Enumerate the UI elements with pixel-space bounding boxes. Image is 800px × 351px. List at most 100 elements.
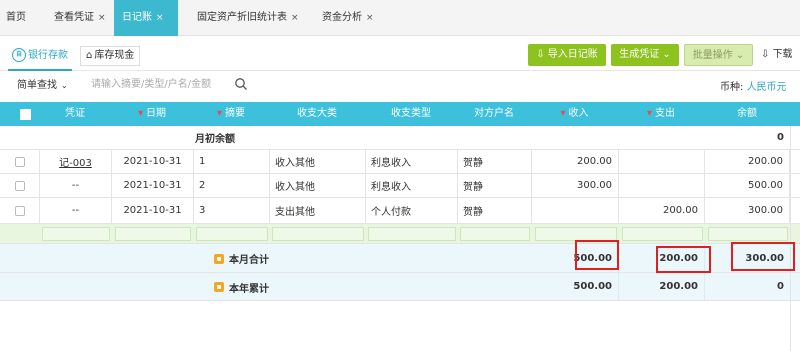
bank-icon: 自: [12, 48, 26, 62]
tab-label: 日记账: [122, 12, 152, 23]
calendar-icon: [214, 282, 224, 292]
import-journal-button[interactable]: ⇩ 导入日记账: [528, 44, 606, 66]
expense-input[interactable]: [622, 227, 703, 241]
button-label: 生成凭证: [619, 49, 660, 60]
table-row[interactable]: 记-003 2021-10-31 1 收入其他 利息收入 贺静 200.00 2…: [0, 150, 800, 174]
search-bar: 简单查找 ⌄ 币种: 人民币元: [0, 71, 800, 98]
category-cell: 支出其他: [270, 198, 366, 223]
tab-view-voucher[interactable]: 查看凭证 ×: [54, 0, 106, 36]
currency-label: 币种:: [720, 82, 744, 93]
button-label: 导入日记账: [547, 49, 598, 60]
column-label: 支出: [655, 108, 676, 119]
counterparty-input[interactable]: [460, 227, 530, 241]
tab-home[interactable]: 首页: [6, 0, 26, 36]
column-header-date[interactable]: ▾ 日期: [112, 102, 192, 126]
column-label: 日期: [146, 108, 167, 119]
summary-cell: 2: [194, 174, 270, 197]
type-cell: 利息收入: [366, 174, 458, 197]
column-label: 收支大类: [297, 108, 337, 119]
column-header-expense[interactable]: ▾ 支出: [619, 102, 703, 126]
tab-fund-analysis[interactable]: 资金分析 ×: [322, 0, 374, 36]
month-total-label: 本月合计: [214, 244, 269, 273]
row-select-cell: [0, 150, 40, 173]
category-cell: 收入其他: [270, 174, 366, 197]
search-mode-value: 简单查找: [17, 80, 57, 91]
column-header-income[interactable]: ▾ 收入: [532, 102, 617, 126]
tab-bank-deposit[interactable]: 自银行存款: [8, 44, 72, 71]
search-input[interactable]: [87, 75, 247, 93]
currency-value[interactable]: 人民币元: [747, 82, 787, 93]
opening-balance-label: 月初余额: [195, 134, 235, 145]
voucher-cell: --: [40, 198, 112, 223]
search-mode-select[interactable]: 简单查找 ⌄: [17, 76, 68, 91]
column-header-category[interactable]: 收支大类: [270, 102, 364, 126]
row-checkbox[interactable]: [14, 205, 25, 216]
balance-cell: 200.00: [705, 150, 790, 173]
column-label: 对方户名: [474, 108, 514, 119]
balance-cell: 500.00: [705, 174, 790, 197]
chevron-down-icon: ⌄: [61, 81, 68, 90]
tab-fixed-asset-depreciation[interactable]: 固定资产折旧统计表 ×: [197, 0, 299, 36]
download-button[interactable]: ⇩ 下载: [761, 44, 800, 66]
summary-input[interactable]: [196, 227, 268, 241]
income-input[interactable]: [535, 227, 617, 241]
generate-voucher-button[interactable]: 生成凭证 ⌄: [611, 44, 679, 66]
balance-input[interactable]: [708, 227, 788, 241]
tab-label: 银行存款: [28, 50, 68, 61]
table-row[interactable]: -- 2021-10-31 3 支出其他 个人付款 贺静 200.00 300.…: [0, 198, 800, 224]
column-header-counterparty[interactable]: 对方户名: [458, 102, 530, 126]
expense-cell: [619, 150, 705, 173]
sort-arrow-icon: ▾: [216, 108, 223, 119]
row-checkbox[interactable]: [14, 156, 25, 167]
close-icon[interactable]: ×: [156, 13, 164, 23]
sort-arrow-icon: ▾: [137, 108, 144, 119]
income-cell: [532, 198, 619, 223]
column-header-type[interactable]: 收支类型: [366, 102, 456, 126]
type-cell: 个人付款: [366, 198, 458, 223]
close-icon[interactable]: ×: [291, 13, 299, 23]
category-input[interactable]: [272, 227, 364, 241]
batch-operation-button[interactable]: 批量操作 ⌄: [684, 44, 753, 66]
home-icon: ⌂: [86, 50, 93, 61]
select-all-checkbox[interactable]: [20, 109, 31, 120]
type-cell: 利息收入: [366, 150, 458, 173]
date-cell: 2021-10-31: [112, 198, 194, 223]
counterparty-cell: 贺静: [458, 198, 532, 223]
column-label: 余额: [737, 108, 757, 119]
year-balance-cell: 0: [777, 281, 784, 292]
download-icon: ⇩: [761, 49, 773, 60]
column-header-summary[interactable]: ▾ 摘要: [194, 102, 268, 126]
tab-label: 查看凭证: [54, 12, 94, 23]
top-tab-bar: 首页 查看凭证 × 日记账 × 固定资产折旧统计表 × 资金分析 ×: [0, 0, 800, 36]
tab-label: 首页: [6, 12, 26, 23]
year-income-cell: 500.00: [532, 273, 619, 300]
tab-cash-on-hand[interactable]: ⌂ 库存现金: [80, 46, 141, 66]
year-total-text: 本年累计: [229, 283, 269, 295]
type-input[interactable]: [368, 227, 456, 241]
row-select-cell: [0, 198, 40, 223]
button-label: 批量操作: [692, 50, 733, 61]
column-header-voucher[interactable]: 凭证: [40, 102, 110, 126]
column-label: 摘要: [225, 108, 246, 119]
voucher-input[interactable]: [42, 227, 110, 241]
table-row[interactable]: -- 2021-10-31 2 收入其他 利息收入 贺静 300.00 500.…: [0, 174, 800, 198]
tab-journal[interactable]: 日记账 ×: [114, 0, 178, 36]
new-entry-row[interactable]: [0, 224, 800, 244]
column-header-balance[interactable]: 余额: [705, 102, 789, 126]
search-icon[interactable]: [234, 77, 248, 91]
date-cell: 2021-10-31: [112, 150, 194, 173]
close-icon[interactable]: ×: [366, 13, 374, 23]
highlight-month-income: [575, 240, 619, 270]
voucher-cell: --: [40, 174, 112, 197]
category-cell: 收入其他: [270, 150, 366, 173]
date-input[interactable]: [115, 227, 191, 241]
tab-label: 固定资产折旧统计表: [197, 12, 287, 23]
close-icon[interactable]: ×: [98, 13, 106, 23]
counterparty-cell: 贺静: [458, 174, 532, 197]
row-checkbox[interactable]: [14, 180, 25, 191]
button-label: 下载: [772, 49, 793, 60]
counterparty-cell: 贺静: [458, 150, 532, 173]
voucher-link[interactable]: 记-003: [59, 154, 92, 169]
column-label: 收支类型: [391, 108, 431, 119]
chevron-down-icon: ⌄: [732, 50, 745, 61]
